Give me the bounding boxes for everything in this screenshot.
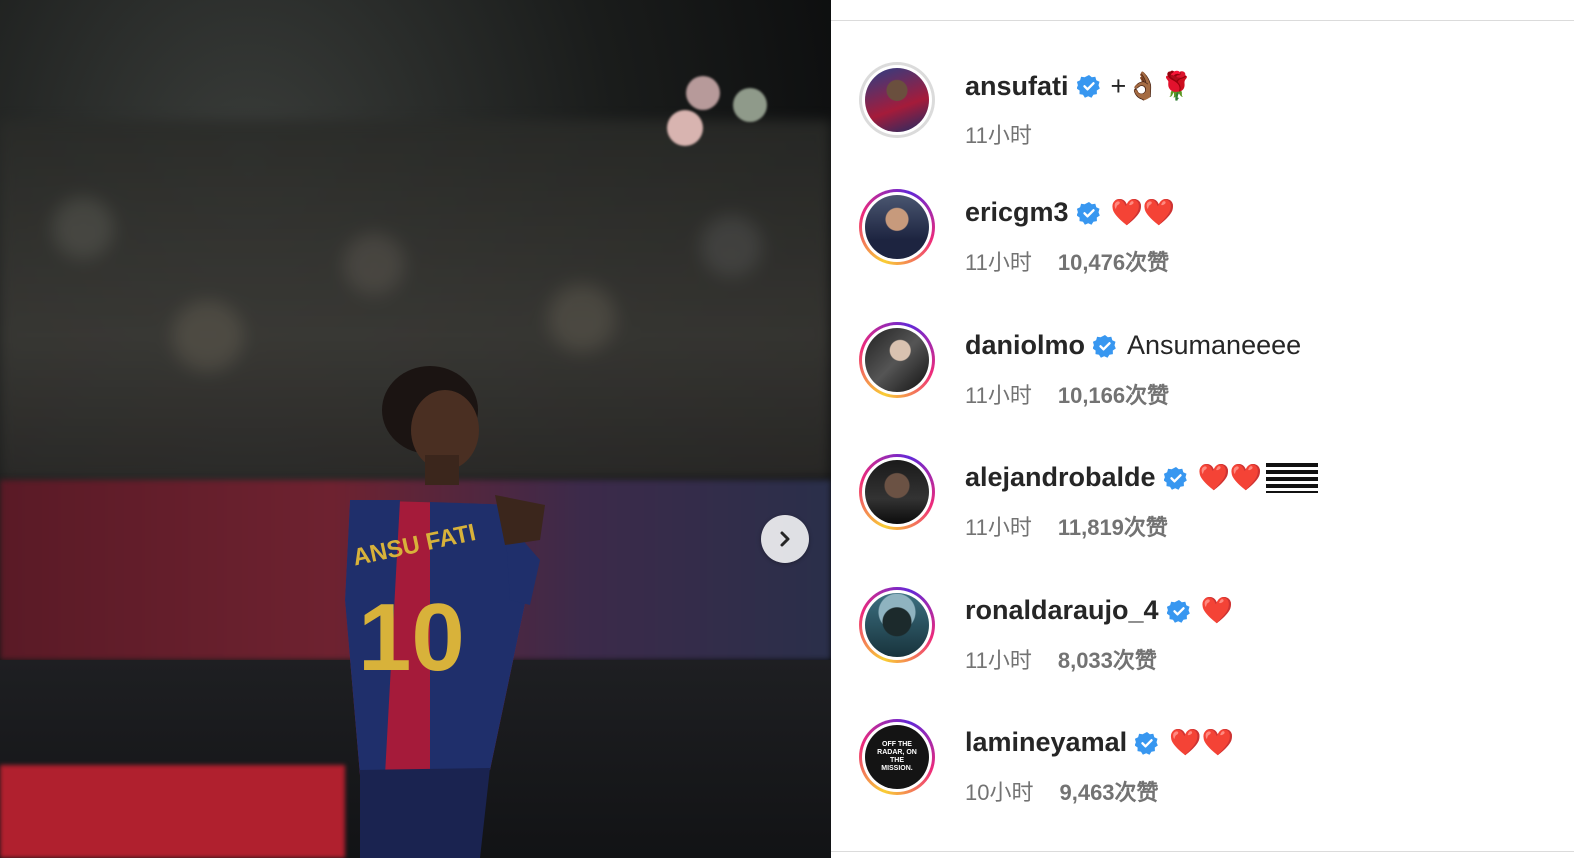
comment-item: ronaldaraujo_4 ❤️ 11小时 8,033次赞 [859, 587, 1559, 687]
comment-username[interactable]: ansufati [965, 71, 1069, 102]
comment-likes[interactable]: 10,476次赞 [1058, 245, 1169, 277]
chevron-right-icon [780, 531, 790, 547]
comment-item: OFF THE RADAR, ON THE MISSION. lamineyam… [859, 719, 1559, 819]
avatar[interactable] [865, 195, 929, 259]
comment-time[interactable]: 11小时 [965, 643, 1032, 675]
verified-badge-icon [1076, 75, 1100, 98]
comment-username[interactable]: ronaldaraujo_4 [965, 595, 1159, 626]
post-image[interactable]: ANSU FATI 10 [0, 0, 831, 858]
comment-time[interactable]: 11小时 [965, 245, 1032, 277]
comment-username[interactable]: lamineyamal [965, 727, 1127, 758]
avatar[interactable] [865, 68, 929, 132]
comment-item: daniolmo Ansumaneeee 11小时 10,166次赞 [859, 322, 1559, 422]
divider [831, 851, 1574, 852]
jersey-number: 10 [358, 584, 465, 691]
avatar[interactable] [865, 593, 929, 657]
divider [831, 20, 1574, 21]
player-figure: ANSU FATI 10 [345, 366, 545, 858]
comment-username[interactable]: alejandrobalde [965, 462, 1156, 493]
comment-item: alejandrobalde ❤️❤️ 11小时 11,819次赞 [859, 454, 1559, 554]
comment-likes[interactable]: 11,819次赞 [1058, 510, 1168, 542]
avatar[interactable]: OFF THE RADAR, ON THE MISSION. [865, 725, 929, 789]
comment-text: ❤️❤️ [1169, 727, 1234, 757]
comment-time[interactable]: 11小时 [965, 118, 1032, 150]
verified-badge-icon [1076, 201, 1100, 225]
comment-likes[interactable]: 10,166次赞 [1058, 378, 1169, 410]
avatar[interactable] [865, 460, 929, 524]
comment-text: ❤️ [1200, 595, 1233, 625]
verified-badge-icon [1163, 466, 1187, 490]
comment-time[interactable]: 11小时 [965, 378, 1032, 410]
comment-time[interactable]: 11小时 [965, 510, 1032, 542]
comment-likes[interactable]: 9,463次赞 [1059, 775, 1158, 807]
comment-item: ericgm3 ❤️❤️ 11小时 10,476次赞 [859, 189, 1559, 289]
barcode-emoji-icon [1266, 462, 1319, 493]
comment-text: ❤️❤️ [1197, 462, 1263, 492]
comments-panel: ansufati +👌🏾🌹 11小时 ericgm3 ❤️❤️ 11小时 10,… [831, 0, 1574, 858]
comment-text: +👌🏾🌹 [1110, 71, 1194, 101]
verified-badge-icon [1166, 599, 1190, 623]
comment-username[interactable]: ericgm3 [965, 197, 1069, 228]
avatar-logo-text: OFF THE RADAR, ON THE MISSION. [877, 741, 917, 772]
verified-badge-icon [1093, 334, 1116, 358]
comment-item: ansufati +👌🏾🌹 11小时 [859, 62, 1559, 162]
comment-text: ❤️❤️ [1110, 197, 1176, 227]
comment-time[interactable]: 10小时 [965, 775, 1033, 807]
comment-likes[interactable]: 8,033次赞 [1058, 643, 1157, 675]
carousel-next-button[interactable] [761, 515, 809, 563]
comment-text: Ansumaneeee [1127, 330, 1302, 360]
avatar[interactable] [865, 328, 929, 392]
comment-username[interactable]: daniolmo [965, 330, 1085, 361]
verified-badge-icon [1135, 731, 1158, 755]
